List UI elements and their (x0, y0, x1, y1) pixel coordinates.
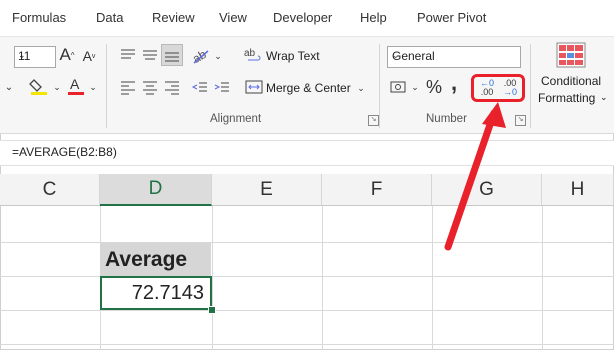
svg-text:ab: ab (244, 48, 256, 59)
chevron-down-icon: ⌄ (18, 50, 26, 60)
group-separator (530, 44, 531, 128)
formula-text: =AVERAGE(B2:B8) (12, 145, 117, 159)
grid-line (0, 310, 614, 311)
grid-line (0, 242, 614, 243)
tab-power-pivot[interactable]: Power Pivot (417, 10, 486, 25)
increase-indent-icon[interactable] (212, 78, 232, 96)
conditional-formatting-label-1[interactable]: Conditional (541, 74, 601, 88)
column-header-h[interactable]: H (542, 174, 614, 206)
chevron-down-icon[interactable]: ⌄ (213, 50, 223, 62)
tab-data[interactable]: Data (96, 10, 123, 25)
wrap-text-button[interactable]: Wrap Text (266, 49, 320, 63)
spreadsheet-grid: C D E F G H (0, 174, 614, 350)
wrap-text-icon[interactable]: ab (244, 46, 264, 64)
column-header-d[interactable]: D (100, 174, 212, 206)
tab-view[interactable]: View (219, 10, 247, 25)
tab-help[interactable]: Help (360, 10, 387, 25)
chevron-down-icon[interactable]: ⌄ (410, 80, 420, 94)
number-group-label: Number (426, 113, 467, 125)
merge-center-button[interactable]: Merge & Center (266, 81, 351, 95)
chevron-down-icon[interactable]: ⌄ (356, 82, 366, 94)
ribbon-tabs: Formulas Data Review View Developer Help… (0, 0, 614, 36)
svg-text:ab: ab (190, 47, 209, 65)
cell-d-average-value[interactable]: 72.7143 (100, 276, 212, 310)
font-color-icon[interactable]: A (66, 76, 86, 96)
chevron-down-icon[interactable]: ⌄ (600, 92, 608, 103)
grid-line (322, 206, 323, 350)
grid-line (542, 206, 543, 350)
number-format-select[interactable]: General ⌄ (387, 46, 521, 68)
orientation-icon[interactable]: ab (190, 44, 212, 66)
percent-style-icon[interactable]: % (426, 77, 442, 97)
align-middle-icon[interactable] (140, 46, 160, 64)
tab-developer[interactable]: Developer (273, 10, 332, 25)
grid-line (432, 206, 433, 350)
tab-formulas[interactable]: Formulas (12, 10, 66, 25)
decrease-indent-icon[interactable] (190, 78, 210, 96)
grid-line (0, 344, 614, 345)
align-bottom-icon[interactable] (161, 44, 183, 66)
decrease-font-size-icon[interactable]: Av (80, 46, 98, 66)
increase-font-size-icon[interactable]: A ^ (58, 44, 76, 66)
chevron-down-icon[interactable]: ⌄ (88, 80, 98, 94)
conditional-formatting-label-2[interactable]: Formatting (538, 91, 595, 105)
align-top-icon[interactable] (118, 46, 138, 64)
column-header-f[interactable]: F (322, 174, 432, 206)
chevron-down-icon[interactable]: ⌄ (52, 80, 62, 94)
column-header-g[interactable]: G (432, 174, 542, 206)
column-header-c[interactable]: C (0, 174, 100, 206)
chevron-down-icon: ⌄ (392, 50, 400, 60)
fill-handle[interactable] (208, 306, 216, 314)
svg-text:A: A (70, 76, 80, 92)
font-size-select[interactable]: 11 ⌄ (14, 46, 56, 68)
column-header-e[interactable]: E (212, 174, 322, 206)
group-separator (379, 44, 380, 128)
merge-center-icon[interactable] (244, 78, 264, 96)
tab-review[interactable]: Review (152, 10, 195, 25)
grid-line (0, 276, 614, 277)
chevron-down-icon[interactable]: ⌄ (4, 78, 14, 96)
conditional-formatting-icon[interactable] (556, 42, 586, 68)
formula-bar[interactable]: =AVERAGE(B2:B8) (0, 140, 614, 166)
accounting-format-icon[interactable] (389, 78, 409, 96)
grid-line (212, 206, 213, 350)
align-right-icon[interactable] (162, 78, 182, 96)
decimal-buttons-highlight (471, 74, 525, 102)
fill-color-icon[interactable] (28, 76, 50, 96)
comma-style-icon[interactable]: , (447, 70, 461, 95)
alignment-group-label: Alignment (210, 113, 262, 125)
alignment-launcher-icon[interactable]: ↘ (368, 115, 379, 126)
align-center-icon[interactable] (140, 78, 160, 96)
cell-d-average-header[interactable]: Average (100, 243, 211, 276)
number-launcher-icon[interactable]: ↘ (515, 115, 526, 126)
align-left-icon[interactable] (118, 78, 138, 96)
group-separator (106, 44, 107, 128)
